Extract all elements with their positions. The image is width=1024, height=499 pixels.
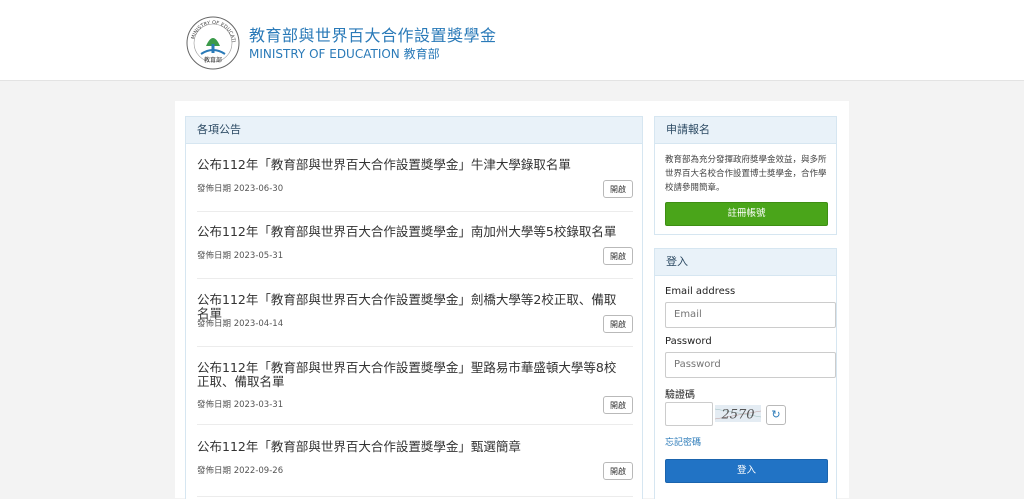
captcha-image: 2570: [715, 405, 761, 422]
password-label: Password: [665, 336, 712, 347]
ministry-seal-logo[interactable]: MINISTRY OF EDUCATION 教育部: [186, 16, 240, 70]
open-button[interactable]: 開啟: [603, 180, 633, 198]
open-button[interactable]: 開啟: [603, 462, 633, 480]
announcement-title[interactable]: 公布112年「教育部與世界百大合作設置獎學金」甄選簡章: [197, 440, 617, 454]
logo-text-bottom: 教育部: [204, 56, 222, 64]
announcement-date: 發佈日期 2023-04-14: [197, 319, 284, 329]
announcement-item: 公布112年「教育部與世界百大合作設置獎學金」南加州大學等5校錄取名單 發佈日期…: [197, 225, 633, 279]
announcement-item: 公布112年「教育部與世界百大合作設置獎學金」聖路易市華盛頓大學等8校正取、備取…: [197, 361, 633, 425]
captcha-text: 2570: [720, 408, 754, 423]
apply-description: 教育部為充分發揮政府獎學金效益，與多所世界百大名校合作設置博士獎學金，合作學校請…: [665, 155, 827, 193]
refresh-icon: ↻: [771, 408, 781, 421]
captcha-input[interactable]: [665, 402, 713, 426]
announcements-panel: 各項公告 公布112年「教育部與世界百大合作設置獎學金」牛津大學錄取名單 發佈日…: [185, 116, 643, 499]
announcement-item: 公布112年「教育部與世界百大合作設置獎學金」甄選簡章 發佈日期 2022-09…: [197, 440, 633, 497]
site-title[interactable]: 教育部與世界百大合作設置獎學金: [249, 22, 497, 46]
open-button[interactable]: 開啟: [603, 396, 633, 414]
apply-panel: 申請報名 教育部為充分發揮政府獎學金效益，與多所世界百大名校合作設置博士獎學金，…: [654, 116, 837, 235]
open-button[interactable]: 開啟: [603, 247, 633, 265]
register-button[interactable]: 註冊帳號: [665, 202, 828, 226]
password-input[interactable]: [665, 352, 836, 378]
apply-heading: 申請報名: [655, 117, 836, 144]
site-header: MINISTRY OF EDUCATION 教育部 教育部與世界百大合作設置獎學…: [0, 0, 1024, 81]
open-button[interactable]: 開啟: [603, 315, 633, 333]
email-input[interactable]: [665, 302, 836, 328]
announcement-date: 發佈日期 2022-09-26: [197, 466, 284, 476]
announcement-date: 發佈日期 2023-03-31: [197, 400, 284, 410]
announcement-title[interactable]: 公布112年「教育部與世界百大合作設置獎學金」牛津大學錄取名單: [197, 158, 617, 172]
site-subtitle: MINISTRY OF EDUCATION 教育部: [249, 47, 440, 61]
captcha-label: 驗證碼: [665, 390, 695, 401]
announcement-title[interactable]: 公布112年「教育部與世界百大合作設置獎學金」聖路易市華盛頓大學等8校正取、備取…: [197, 361, 617, 389]
email-label: Email address: [665, 286, 736, 297]
login-heading: 登入: [655, 249, 836, 276]
announcement-date: 發佈日期 2023-06-30: [197, 184, 284, 194]
announcements-heading: 各項公告: [186, 117, 642, 144]
refresh-captcha-button[interactable]: ↻: [766, 405, 786, 425]
announcement-title[interactable]: 公布112年「教育部與世界百大合作設置獎學金」南加州大學等5校錄取名單: [197, 225, 617, 239]
announcement-date: 發佈日期 2023-05-31: [197, 251, 284, 261]
announcement-item: 公布112年「教育部與世界百大合作設置獎學金」牛津大學錄取名單 發佈日期 202…: [197, 158, 633, 212]
announcement-item: 公布112年「教育部與世界百大合作設置獎學金」劍橋大學等2校正取、備取名單 發佈…: [197, 293, 633, 347]
login-panel: 登入 Email address Password 驗證碼 2570 ↻ 忘記密…: [654, 248, 837, 499]
login-button[interactable]: 登入: [665, 459, 828, 483]
forgot-password-link[interactable]: 忘記密碼: [665, 435, 701, 448]
